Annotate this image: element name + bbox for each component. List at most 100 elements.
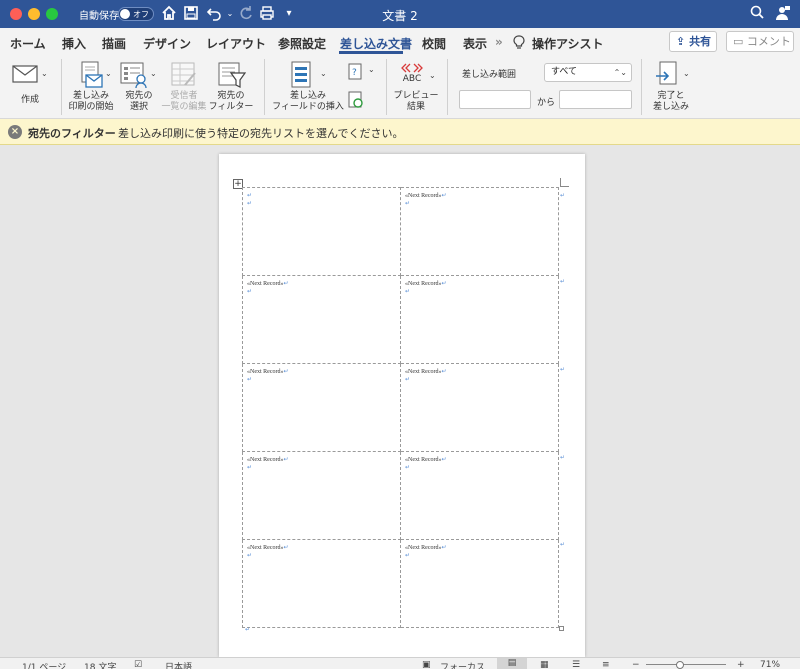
preview-results-button[interactable]: ABC ⌄ プレビュー 結果 — [392, 59, 440, 115]
print-icon[interactable] — [258, 5, 276, 23]
tab-draw[interactable]: 描画 — [102, 35, 126, 52]
edit-recipient-list-button[interactable]: 受信者 一覧の編集 — [161, 59, 207, 115]
label-cell[interactable]: «Next Record»↵ ↵ — [400, 451, 559, 540]
zoom-level[interactable]: 71% — [760, 660, 780, 669]
home-icon[interactable] — [160, 5, 178, 23]
save-icon[interactable] — [182, 5, 200, 23]
insert-merge-field-button[interactable]: ⌄ 差し込み フィールドの挿入 — [270, 59, 346, 115]
filter-recipients-button[interactable]: 宛先の フィルター — [207, 59, 255, 115]
undo-dropdown-chevron-icon[interactable]: ⌄ — [225, 5, 235, 23]
tab-insert[interactable]: 挿入 — [62, 35, 86, 52]
insert-field-label-line1: 差し込み — [289, 91, 326, 101]
tab-review[interactable]: 校閲 — [422, 35, 446, 52]
customize-toolbar-icon[interactable]: ▾ — [283, 5, 295, 23]
tab-home[interactable]: ホーム — [10, 35, 46, 52]
label-cell[interactable]: «Next Record»↵ ↵ — [242, 451, 401, 540]
end-paragraph-mark: ↵ — [245, 626, 251, 633]
close-window-button[interactable] — [10, 8, 22, 20]
zoom-out-icon[interactable]: − — [632, 660, 640, 669]
next-record-field: «Next Record» — [405, 369, 442, 375]
finish-label-line1: 完了と — [657, 91, 685, 101]
autosave-toggle[interactable]: オフ — [118, 7, 154, 21]
share-button[interactable]: ⇪ 共有 — [669, 31, 717, 52]
paragraph-mark: ↵ — [405, 289, 411, 295]
select-recipients-button[interactable]: ⌄ 宛先の 選択 — [118, 59, 160, 115]
rules-icon: ? — [348, 63, 364, 84]
label-cell[interactable]: «Next Record»↵ ↵ — [242, 363, 401, 452]
update-labels-button[interactable] — [348, 91, 366, 111]
status-bar: 1/1 ページ 18 文字 ☑ 日本語 ▣ フォーカス ▤ ▦ ☰ ≡ − + … — [0, 657, 800, 669]
chevron-down-icon: ⌄ — [320, 69, 327, 78]
label-cell[interactable]: «Next Record»↵ ↵ — [242, 275, 401, 364]
zoom-slider-thumb[interactable] — [676, 661, 684, 669]
create-button[interactable]: ⌄ 作成 — [8, 59, 52, 115]
label-cell[interactable]: «Next Record»↵ ↵ — [400, 363, 559, 452]
minimize-window-button[interactable] — [28, 8, 40, 20]
zoom-in-icon[interactable]: + — [737, 660, 745, 669]
tab-design[interactable]: デザイン — [143, 35, 191, 52]
ribbon-divider — [386, 59, 387, 115]
paragraph-mark: ↵ — [247, 193, 253, 199]
document-page[interactable]: + ↵ ↵ «Next Record»↵ ↵ «Next Record»↵ ↵ — [219, 154, 585, 657]
tab-references[interactable]: 参照設定 — [278, 35, 326, 52]
merge-range-select[interactable]: すべて ⌃⌄ — [544, 63, 632, 82]
proofing-icon[interactable]: ☑ — [134, 660, 142, 669]
chevron-down-icon: ⌄ — [683, 69, 690, 78]
updown-chevron-icon: ⌃⌄ — [613, 68, 627, 77]
chevron-down-icon: ⌄ — [368, 65, 375, 74]
label-cell[interactable]: «Next Record»↵ ↵ — [242, 539, 401, 628]
autosave-state: オフ — [133, 10, 149, 19]
finish-label-line2: 差し込み — [652, 102, 689, 112]
focus-mode[interactable]: フォーカス — [440, 660, 485, 669]
table-resize-handle[interactable] — [559, 626, 564, 631]
redo-icon[interactable] — [238, 5, 254, 23]
recipient-list-icon — [120, 61, 148, 92]
page-count[interactable]: 1/1 ページ — [22, 660, 66, 669]
filter-label-line1: 宛先の — [217, 91, 245, 101]
tab-layout[interactable]: レイアウト — [206, 35, 266, 52]
table-row: «Next Record»↵ ↵ «Next Record»↵ ↵ — [242, 363, 559, 452]
start-mail-merge-button[interactable]: ⌄ 差し込み 印刷の開始 — [67, 59, 115, 115]
labels-table[interactable]: ↵ ↵ «Next Record»↵ ↵ «Next Record»↵ ↵ «N… — [242, 187, 559, 628]
label-cell[interactable]: «Next Record»↵ ↵ — [400, 187, 559, 276]
document-canvas[interactable]: + ↵ ↵ «Next Record»↵ ↵ «Next Record»↵ ↵ — [0, 145, 800, 657]
ribbon-divider — [641, 59, 642, 115]
search-icon[interactable] — [748, 5, 766, 23]
paragraph-mark: ↵ — [283, 369, 289, 375]
insert-field-label-line2: フィールドの挿入 — [272, 102, 344, 112]
ribbon: ⌄ 作成 ⌄ 差し込み 印刷の開始 ⌄ 宛先の 選択 受信者 一覧の編集 宛先の… — [0, 55, 800, 119]
focus-icon[interactable]: ▣ — [422, 660, 431, 669]
tab-view[interactable]: 表示 — [463, 35, 487, 52]
error-x-icon[interactable]: × — [8, 125, 22, 139]
paragraph-mark: ↵ — [405, 377, 411, 383]
language[interactable]: 日本語 — [165, 660, 192, 669]
chevron-down-icon: ⌄ — [105, 69, 112, 78]
word-count[interactable]: 18 文字 — [84, 660, 116, 669]
range-from-input[interactable] — [459, 90, 531, 109]
more-tabs-chevron-icon[interactable]: » — [495, 35, 503, 49]
ribbon-divider — [264, 59, 265, 115]
ribbon-divider — [61, 59, 62, 115]
create-label: 作成 — [20, 95, 39, 105]
label-cell[interactable]: ↵ ↵ — [242, 187, 401, 276]
zoom-window-button[interactable] — [46, 8, 58, 20]
print-layout-view-icon[interactable]: ▤ — [497, 658, 527, 669]
tab-tell-me[interactable]: 操作アシスト — [532, 35, 604, 52]
range-to-input[interactable] — [559, 90, 632, 109]
outline-view-icon[interactable]: ☰ — [572, 660, 580, 669]
undo-icon[interactable] — [205, 5, 223, 23]
table-row: «Next Record»↵ ↵ «Next Record»↵ ↵ — [242, 275, 559, 364]
paragraph-mark: ↵ — [247, 465, 253, 471]
zoom-slider[interactable] — [646, 664, 726, 665]
draft-view-icon[interactable]: ≡ — [602, 660, 610, 669]
active-tab-indicator — [339, 51, 403, 54]
comment-button[interactable]: ▭ コメント — [726, 31, 794, 52]
label-cell[interactable]: «Next Record»↵ ↵ — [400, 275, 559, 364]
tab-mailings[interactable]: 差し込み文書 — [340, 35, 412, 52]
web-layout-view-icon[interactable]: ▦ — [540, 660, 549, 669]
finish-and-merge-button[interactable]: ⌄ 完了と 差し込み — [647, 59, 695, 115]
rules-button[interactable]: ? ⌄ — [348, 63, 376, 83]
label-cell[interactable]: «Next Record»↵ ↵ — [400, 539, 559, 628]
account-icon[interactable] — [774, 5, 792, 23]
finish-merge-icon — [655, 61, 679, 92]
